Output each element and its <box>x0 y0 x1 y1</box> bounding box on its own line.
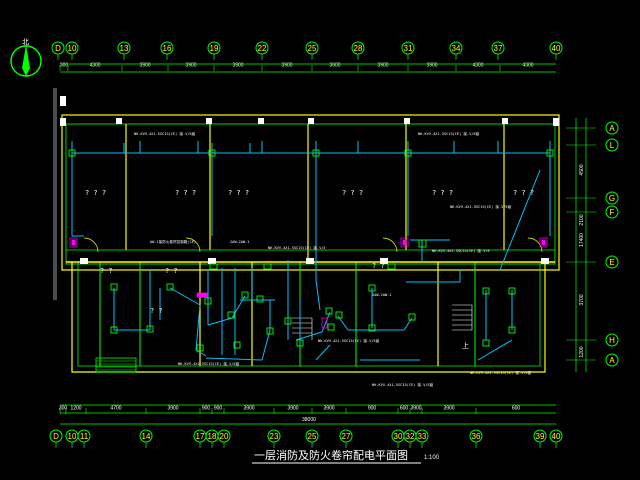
room-mark: ? ? ? <box>342 189 363 197</box>
room-mark: ? ? <box>150 307 163 315</box>
top-dim-value: 3900 <box>426 63 437 69</box>
cable-note: NH-KVV-4X1.5SC15(CE) 接-V/E级 <box>178 361 240 366</box>
room-mark: ? ? ? <box>228 189 249 197</box>
room-mark: ? ? <box>372 262 385 270</box>
bottom-dim-value: 4700 <box>110 406 121 412</box>
right-dim-value: 3700 <box>579 294 585 305</box>
bottom-dim-value: 3900 <box>167 406 178 412</box>
overall-dimension: 38000 <box>302 417 316 423</box>
bottom-axis-label: 39 <box>536 432 545 441</box>
right-axis-label: H <box>609 336 615 345</box>
cable-note: NH-KVV-4X1.5SC15(CE) 接-V/E级 <box>318 338 380 343</box>
right-dim-value: 4500 <box>579 164 585 175</box>
top-dim-value: 4300 <box>89 63 100 69</box>
bottom-axis-label: 18 <box>208 432 217 441</box>
bottom-dim-value: 3900 <box>243 406 254 412</box>
top-axis-label: D <box>55 44 61 53</box>
bottom-axis-label: 25 <box>308 432 317 441</box>
top-dim-value: 4300 <box>472 63 483 69</box>
right-axis-label: E <box>609 258 614 267</box>
top-dim-value: 3900 <box>281 63 292 69</box>
bottom-axis-label: 11 <box>80 432 89 441</box>
top-dim-value: 3600 <box>329 63 340 69</box>
bottom-axis-label: 10 <box>68 432 77 441</box>
right-dim-value: 2100 <box>579 214 585 225</box>
room-mark: ? ? <box>165 267 178 275</box>
bottom-dim-value: 900 <box>214 406 223 412</box>
room-mark: ? ? <box>100 267 113 275</box>
room-mark: 上 <box>462 341 469 350</box>
right-axis-label: G <box>609 194 615 203</box>
top-axis-label: 37 <box>494 44 503 53</box>
bottom-dim-value: 1200 <box>70 406 81 412</box>
top-dim-value: 3900 <box>139 63 150 69</box>
top-axis-label: 34 <box>452 44 461 53</box>
right-dim-value: 1200 <box>579 346 585 357</box>
top-axis-label: 16 <box>163 44 172 53</box>
bottom-dim-value: 900 <box>368 406 377 412</box>
top-axis-label: 31 <box>404 44 413 53</box>
cad-drawing: 北 D 10 13 16 19 22 25 28 31 34 37 40 300 4300 3900 390… <box>0 0 640 480</box>
cable-note: NH-KVV-4X1.5SC15(CE) 接-V/E级 <box>470 370 532 375</box>
cable-note: AW-1接防火卷帘控制箱(CE) <box>150 239 196 244</box>
bottom-axis-label: 36 <box>472 432 481 441</box>
bottom-dim-value: 3900 <box>287 406 298 412</box>
cable-note: 2AW-2AW-1 <box>230 240 249 244</box>
top-dim-value: 3900 <box>377 63 388 69</box>
room-mark: ? ? ? <box>432 189 453 197</box>
top-dim-value: 3900 <box>185 63 196 69</box>
cable-note: NH-KVV-4X1.5SC15(CE) 接-V/E <box>432 248 490 253</box>
top-dim-value: 300 <box>60 63 69 69</box>
top-axis-label: 19 <box>210 44 219 53</box>
right-axis-label: F <box>610 208 615 217</box>
right-axis-label: L <box>610 141 615 150</box>
cable-note: NH-KVV-4X1.5SC15(CE) 接-V/E <box>268 245 326 250</box>
top-axis-label: 40 <box>552 44 561 53</box>
bottom-axis-label: 32 <box>406 432 415 441</box>
drawing-title: 一层消防及防火卷帘配电平面图 <box>254 448 408 462</box>
bottom-dim-value: 3900 <box>443 406 454 412</box>
top-axis-label: 13 <box>120 44 129 53</box>
top-dim-value: 4300 <box>522 63 533 69</box>
bottom-dim-value: 3900 <box>323 406 334 412</box>
bottom-dim-value: 900 <box>202 406 211 412</box>
room-mark: ? ? ? <box>85 189 106 197</box>
bottom-dim-value: 600 <box>512 406 521 412</box>
top-dim-value: 3900 <box>232 63 243 69</box>
top-axis-label: 22 <box>258 44 267 53</box>
drawing-scale: 1:100 <box>424 455 440 461</box>
bottom-dim-value: 3900 <box>410 406 421 412</box>
cable-note: NH-KVV-4X1.5SC15(CE) 接-V/E级 <box>134 131 196 136</box>
bottom-axis-label: D <box>53 432 59 441</box>
cable-note: NH-KVV-4X1.5SC15(CE) 接-V/E级 <box>418 131 480 136</box>
room-mark: ? ? ? <box>175 189 196 197</box>
bottom-axis-label: 20 <box>220 432 229 441</box>
bottom-axis-label: 40 <box>552 432 561 441</box>
top-axis-label: 28 <box>354 44 363 53</box>
right-axis-label: A <box>609 356 615 365</box>
bottom-axis-label: 30 <box>394 432 403 441</box>
room-mark: ? ? ? <box>513 189 534 197</box>
north-label: 北 <box>22 38 29 46</box>
bottom-dim-value: 600 <box>400 406 409 412</box>
bottom-axis-label: 14 <box>142 432 151 441</box>
bottom-axis-label: 23 <box>270 432 279 441</box>
cable-note: 2AW-2AW-1 <box>372 293 391 297</box>
bottom-axis-label: 27 <box>342 432 351 441</box>
right-axis-label: A <box>609 124 615 133</box>
cable-note: NH-KVV-4X1.5SC15(CE) 接-V/E级 <box>372 382 434 387</box>
top-axis-label: 10 <box>68 44 77 53</box>
bottom-axis-label: 17 <box>196 432 205 441</box>
top-axis-label: 25 <box>308 44 317 53</box>
cable-note: NH-KVV-4X1.5SC15(CE) 接-V/E级 <box>450 204 512 209</box>
right-dim-value: 17400 <box>579 233 585 247</box>
bottom-axis-label: 33 <box>418 432 427 441</box>
